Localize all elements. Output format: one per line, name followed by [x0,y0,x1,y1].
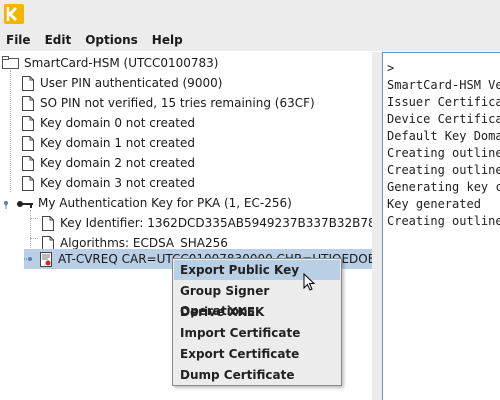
log-line: Generating key ca [387,180,500,194]
log-line: Device Certificat [387,112,500,126]
tree-node-key-domain-0[interactable]: Key domain 0 not created [22,113,195,133]
document-icon [22,75,34,91]
folder-icon [2,56,20,70]
tree-node-label: Key domain 3 not created [40,176,195,190]
tree-root-label: SmartCard-HSM (UTCC0100783) [24,56,219,70]
tree-connector-line [10,70,11,192]
tree-node-key-domain-1[interactable]: Key domain 1 not created [22,133,195,153]
tree-node-label: Key Identifier: 1362DCD335AB5949237B337B… [60,216,372,230]
tree-node-key-domain-2[interactable]: Key domain 2 not created [22,153,195,173]
document-icon [42,215,54,231]
document-icon [22,115,34,131]
log-line: > [387,61,395,75]
tree-node-user-pin[interactable]: User PIN authenticated (9000) [22,73,222,93]
mouse-cursor-icon [303,272,317,296]
tree-node-key-domain-3[interactable]: Key domain 3 not created [22,173,195,193]
title-bar [0,0,500,29]
menu-file[interactable]: File [0,29,38,51]
menu-help[interactable]: Help [145,29,190,51]
document-icon [22,175,34,191]
log-line: Issuer Certificat [387,95,500,109]
tree-node-key-identifier[interactable]: Key Identifier: 1362DCD335AB5949237B337B… [42,213,372,233]
log-line: Key generated [387,197,481,211]
tree-node-label: Key domain 2 not created [40,156,195,170]
menu-bar: File Edit Options Help [0,29,500,51]
tree-node-label: SO PIN not verified, 15 tries remaining … [40,96,315,110]
log-line: Creating outline [387,146,500,160]
log-line: Default Key Domai [387,129,500,143]
tree-connector-line [30,218,38,219]
log-line: Creating outline [387,214,500,228]
tree-root-node[interactable]: SmartCard-HSM (UTCC0100783) [2,53,218,73]
tree-node-so-pin[interactable]: SO PIN not verified, 15 tries remaining … [22,93,315,113]
document-icon [22,155,34,171]
log-output[interactable]: > SmartCard-HSM Ver Issuer Certificat De… [382,52,500,400]
certificate-icon [40,251,52,267]
split-pane-divider[interactable] [372,52,382,400]
menu-item-derive-xkek[interactable]: Derive XKEK [174,302,340,322]
log-line: Creating outline [387,163,500,177]
menu-options[interactable]: Options [78,29,145,51]
key-icon [16,198,34,208]
app-logo-icon[interactable] [4,4,24,24]
log-line: SmartCard-HSM Ver [387,78,500,92]
tree-connector-line [30,238,38,239]
tree-node-label: My Authentication Key for PKA (1, EC-256… [38,196,292,210]
tree-node-auth-key[interactable]: My Authentication Key for PKA (1, EC-256… [2,193,292,213]
menu-edit[interactable]: Edit [38,29,79,51]
menu-item-import-certificate[interactable]: Import Certificate [174,323,340,343]
expand-handle-icon[interactable] [2,197,14,209]
document-icon [22,135,34,151]
tree-node-label: User PIN authenticated (9000) [40,76,223,90]
menu-item-dump-certificate[interactable]: Dump Certificate [174,365,340,385]
tree-node-label: Key domain 0 not created [40,116,195,130]
menu-item-export-certificate[interactable]: Export Certificate [174,344,340,364]
document-icon [22,95,34,111]
tree-node-label: Key domain 1 not created [40,136,195,150]
expand-handle-icon[interactable] [24,253,38,265]
